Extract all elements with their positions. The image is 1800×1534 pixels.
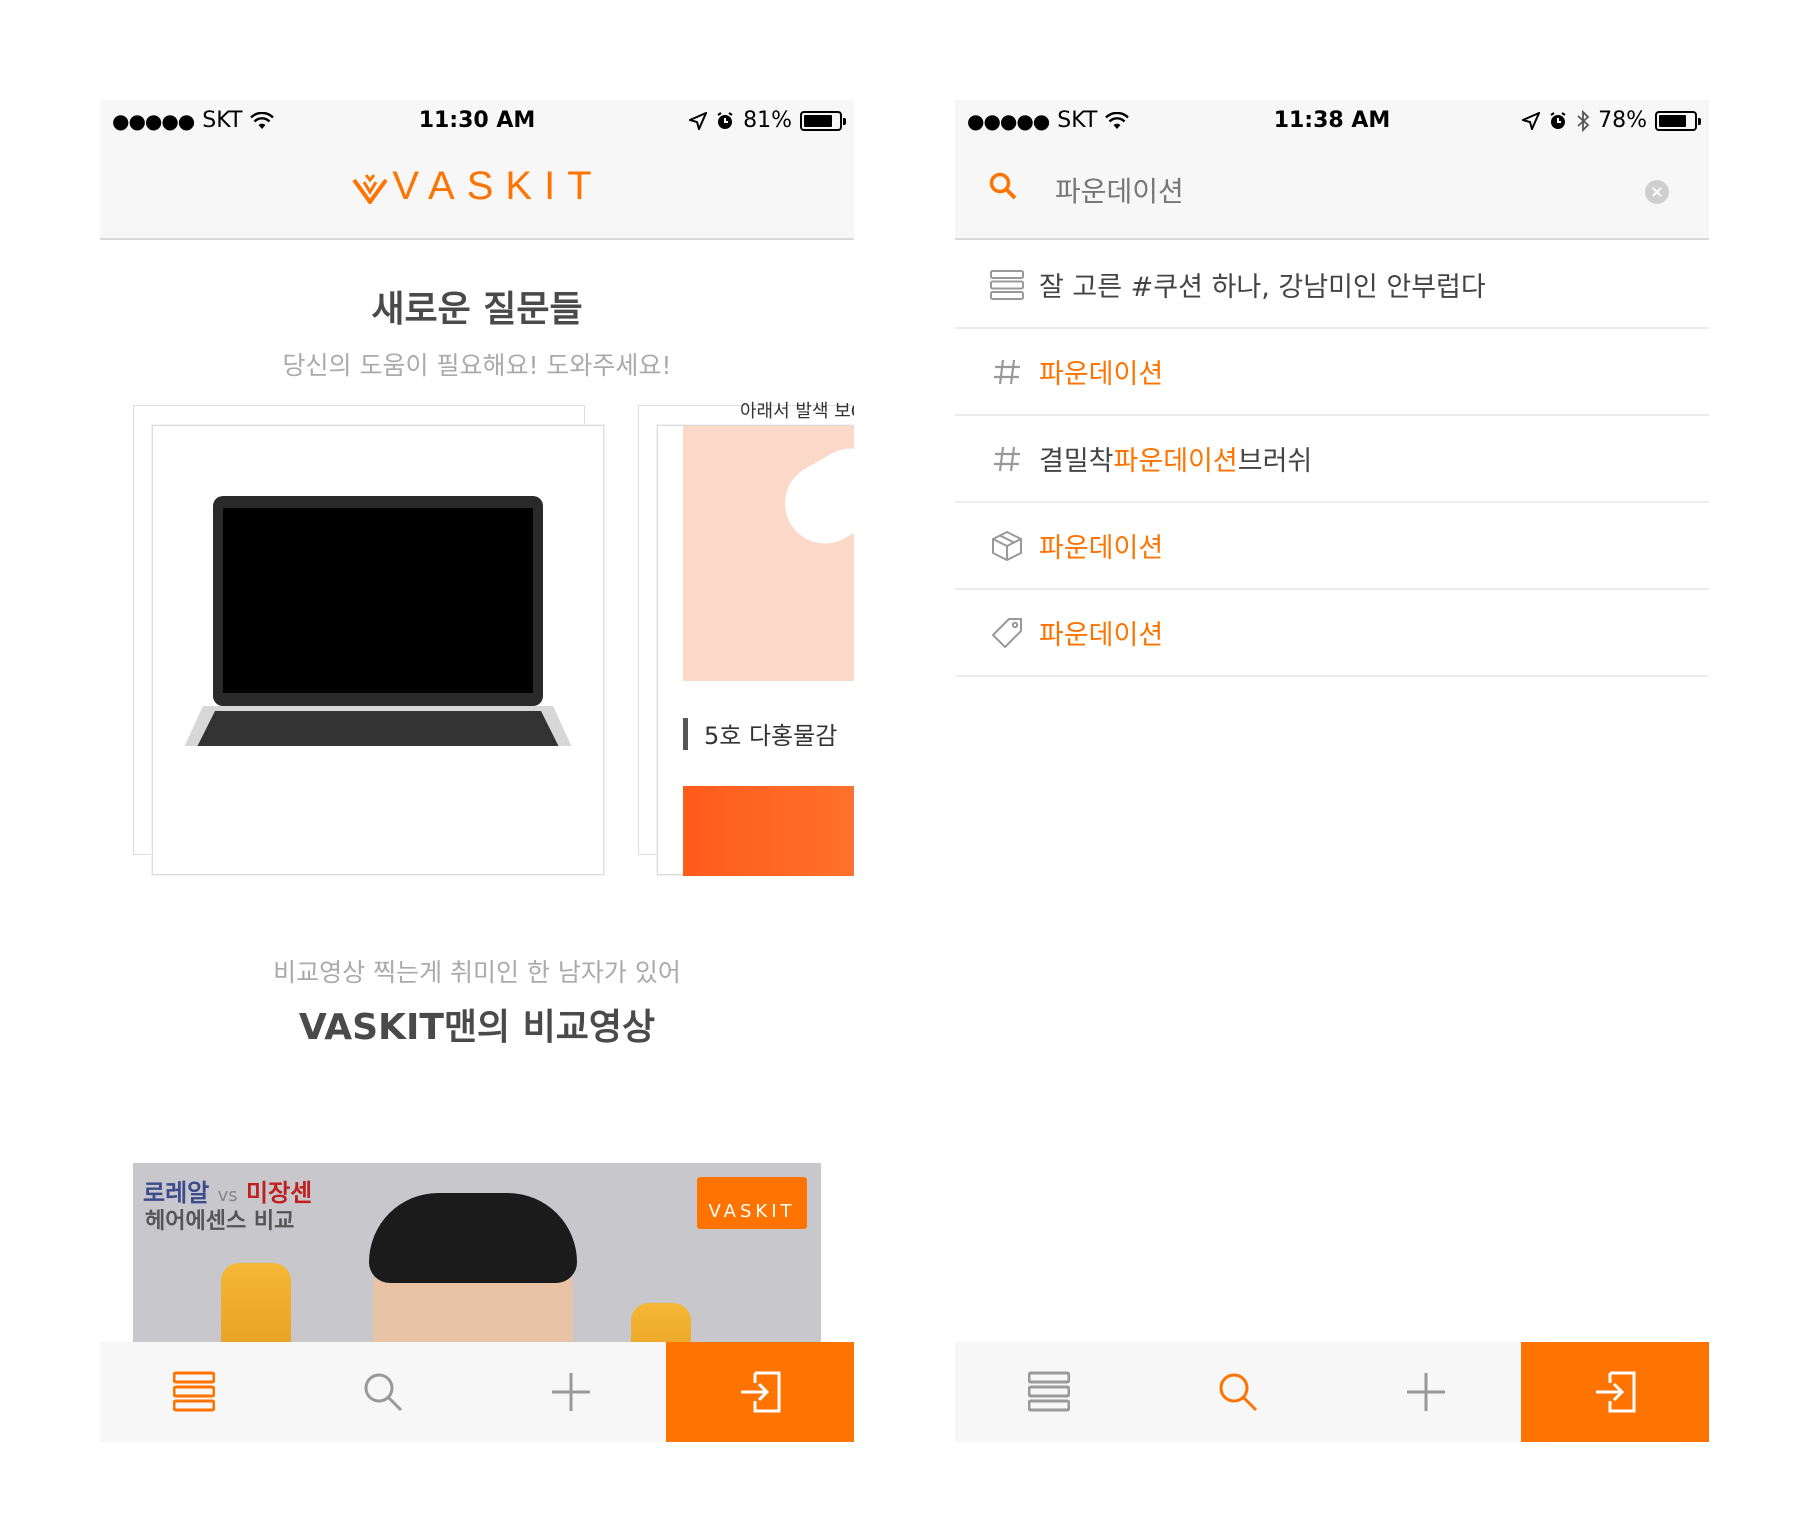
box-icon: [989, 528, 1025, 564]
home-screen: ●●●●● SKT 11:30 AM 81% VASKIT 새로운 질문들 당신…: [100, 100, 854, 1442]
card-peek-text: 아래서 발색 보C: [740, 401, 854, 422]
tab-login[interactable]: [665, 1342, 854, 1442]
result-row[interactable]: 결밀착파운데이션브러쉬: [955, 416, 1709, 503]
result-text: 파운데이션: [1039, 613, 1163, 652]
result-text: 잘 고른 #쿠션 하나, 강남미인 안부럽다: [1039, 265, 1486, 304]
paint-swatch: [683, 786, 854, 876]
battery-fill: [804, 114, 832, 127]
tab-feed[interactable]: [955, 1342, 1144, 1442]
result-row[interactable]: 파운데이션: [955, 329, 1709, 416]
battery-icon: [1655, 110, 1701, 131]
tab-bar: [100, 1342, 854, 1442]
result-text: 결밀착파운데이션브러쉬: [1039, 439, 1312, 478]
label-bar: [683, 717, 688, 750]
plus-icon: [552, 1373, 591, 1411]
card-label: 5호 다홍물감: [683, 716, 837, 751]
status-bar: ●●●●● SKT 11:30 AM 81%: [100, 100, 854, 142]
tab-add[interactable]: [1332, 1342, 1521, 1442]
question-card[interactable]: [152, 425, 604, 875]
search-input[interactable]: 파운데이션: [1055, 170, 1184, 210]
result-row[interactable]: 잘 고른 #쿠션 하나, 강남미인 안부럽다: [955, 242, 1709, 329]
video-title: VASKIT맨의 비교영상: [298, 1007, 656, 1048]
search-icon-wrap: [989, 172, 1017, 204]
result-text-highlight: 파운데이션: [1039, 533, 1164, 564]
status-right: 78%: [1522, 108, 1701, 133]
clear-search-button[interactable]: ×: [1645, 180, 1669, 204]
app-header: VASKIT: [100, 142, 854, 240]
tab-search[interactable]: [289, 1342, 478, 1442]
location-icon: [1522, 111, 1541, 130]
search-icon: [364, 1373, 402, 1412]
status-right: 81%: [689, 108, 846, 133]
location-icon: [689, 111, 708, 130]
result-row[interactable]: 파운데이션: [955, 590, 1709, 677]
tag-icon: [989, 615, 1025, 651]
vaskit-logo-mark: [352, 174, 388, 205]
result-text-suffix: 브러쉬: [1237, 446, 1313, 477]
result-text-highlight: 파운데이션: [1113, 446, 1238, 477]
tab-feed[interactable]: [100, 1342, 289, 1442]
battery-fill: [1659, 114, 1686, 127]
tab-bar: [955, 1342, 1709, 1442]
alarm-icon: [1550, 111, 1566, 129]
question-card-2[interactable]: 5호 다홍물감: [657, 425, 854, 876]
login-icon: [1595, 1371, 1636, 1413]
hash-icon: [989, 354, 1025, 390]
new-questions-title: 새로운 질문들: [371, 289, 583, 330]
login-icon: [740, 1371, 781, 1413]
search-header: 파운데이션 ×: [955, 142, 1709, 240]
list-icon: [173, 1371, 216, 1412]
result-text-highlight: 파운데이션: [1039, 359, 1164, 390]
new-questions-subtitle: 당신의 도움이 필요해요! 도와주세요!: [282, 351, 672, 380]
search-screen: ●●●●● SKT 11:38 AM 78% 파운데이션 × 잘 고른 #쿠션 …: [955, 100, 1709, 1442]
alarm-icon: [717, 111, 733, 129]
cosmetic-image: [683, 426, 854, 681]
search-icon: [989, 172, 1017, 200]
result-text-highlight: 파운데이션: [1039, 620, 1164, 651]
thumb-caption-sub: 헤어에센스 비교: [145, 1209, 295, 1234]
bluetooth-icon: [1577, 109, 1590, 132]
battery-percent: 81%: [743, 108, 792, 133]
result-text-prefix: 결밀착: [1039, 446, 1114, 477]
battery-icon: [800, 110, 846, 131]
list-icon: [1028, 1371, 1071, 1412]
result-row[interactable]: 파운데이션: [955, 503, 1709, 590]
result-text: 파운데이션: [1039, 352, 1163, 391]
status-bar: ●●●●● SKT 11:38 AM 78%: [955, 100, 1709, 142]
plus-icon: [1407, 1373, 1446, 1411]
tab-add[interactable]: [477, 1342, 666, 1442]
logo-text: VASKIT: [392, 164, 604, 208]
list-icon: [989, 267, 1025, 303]
result-text: 파운데이션: [1039, 526, 1163, 565]
presenter-hair: [369, 1193, 577, 1283]
thumb-brand-badge: VASKIT: [697, 1177, 807, 1229]
tab-login[interactable]: [1520, 1342, 1709, 1442]
video-subtitle: 비교영상 찍는게 취미인 한 남자가 있어: [273, 958, 681, 987]
product-cap: [770, 433, 854, 559]
card-label-text: 5호 다홍물감: [704, 722, 838, 750]
result-text-prefix: 잘 고른 #쿠션 하나, 강남미인 안부럽다: [1039, 272, 1486, 303]
battery-percent: 78%: [1598, 108, 1647, 133]
hash-icon: [989, 441, 1025, 477]
tab-search[interactable]: [1144, 1342, 1333, 1442]
laptop-image: [184, 496, 572, 746]
vaskit-logo[interactable]: VASKIT: [100, 164, 854, 209]
search-icon: [1219, 1373, 1257, 1412]
